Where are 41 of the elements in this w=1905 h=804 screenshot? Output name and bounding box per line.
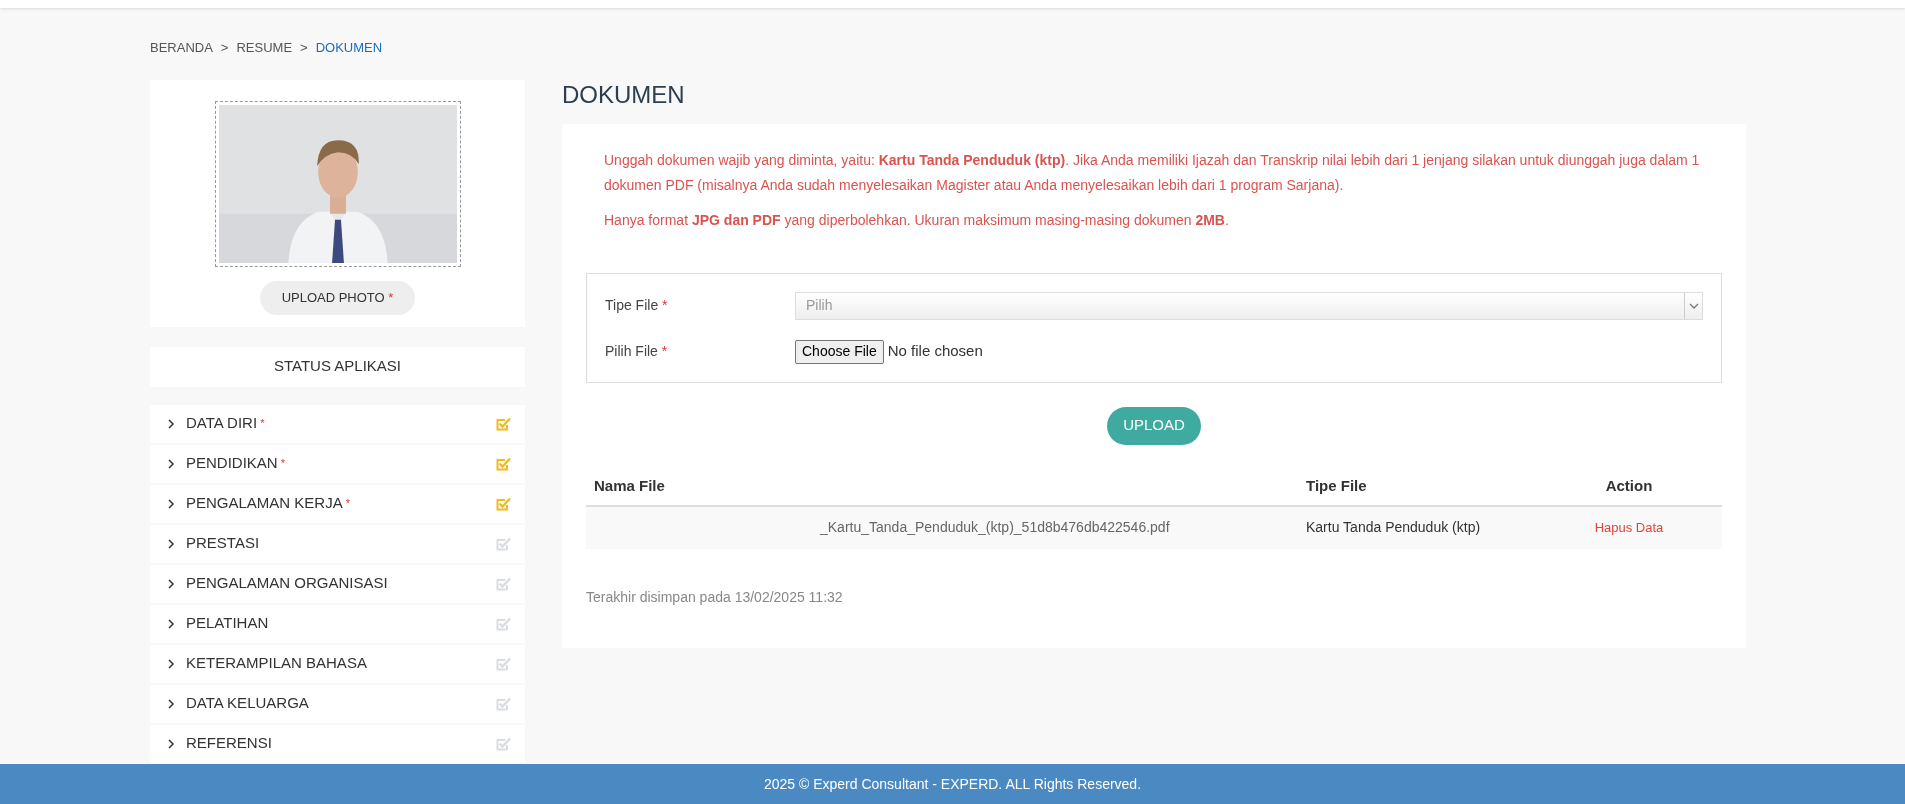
status-item[interactable]: PRESTASI — [150, 524, 525, 563]
status-item[interactable]: PENDIDIKAN * — [150, 444, 525, 483]
chevron-icon — [168, 418, 175, 429]
chevron-icon — [168, 738, 175, 749]
status-item[interactable]: PENGALAMAN ORGANISASI — [150, 564, 525, 603]
file-status-text: No file chosen — [887, 341, 983, 362]
breadcrumb-link[interactable]: RESUME — [236, 38, 293, 58]
table-cell-text: _Kartu_Tanda_Penduduk_(ktp)_51d8b476db422546.pdf — [818, 518, 1171, 537]
status-item[interactable]: DATA KELUARGA — [150, 684, 525, 723]
chevron-icon — [168, 618, 175, 629]
choose-file-button[interactable]: Choose File — [795, 339, 884, 364]
breadcrumb-separator: > — [300, 39, 308, 57]
column-header: Nama File — [593, 476, 666, 497]
status-item[interactable]: REFERENSI — [150, 724, 525, 763]
breadcrumb-link[interactable]: DOKUMEN — [315, 38, 383, 58]
column-header: Action — [1604, 476, 1654, 497]
dropdown-icon — [1688, 302, 1699, 309]
status-item[interactable]: DATA DIRI * — [150, 404, 525, 443]
status-item[interactable]: PENGALAMAN KERJA * — [150, 484, 525, 523]
field-label: Tipe File * — [605, 296, 669, 315]
chevron-icon — [168, 538, 175, 549]
chevron-icon — [168, 698, 175, 709]
status-item[interactable]: PELATIHAN — [150, 604, 525, 643]
page-title: DOKUMEN — [562, 79, 686, 110]
breadcrumb-separator: > — [220, 39, 229, 57]
chevron-icon — [168, 658, 175, 669]
column-header: Tipe File — [1306, 476, 1368, 497]
chevron-icon — [168, 458, 175, 469]
field-label: Pilih File * — [605, 342, 669, 361]
delete-link[interactable]: Hapus Data — [1594, 517, 1664, 538]
upload-photo-button[interactable]: UPLOAD PHOTO * — [259, 280, 416, 315]
breadcrumb-link[interactable]: BERANDA — [150, 38, 213, 58]
chevron-icon — [168, 578, 175, 589]
instruction-text: Unggah dokumen wajib yang diminta, yaitu: Kartu Tanda Penduduk (ktp). Jika Anda memiliki Ijazah dan Transkrip nilai lebih dari 1 jenjang silakan untuk diunggah juga dalam 1 dokumen PDF (misalnya Anda sudah menyelesaikan Magister atau Anda menyelesaikan lebih dari 1 program Sarjana). — [603, 150, 1701, 195]
status-header: STATUS APLIKASI — [150, 346, 525, 387]
footer: 2025 © Experd Consultant - EXPERD. ALL Rights Reserved. — [0, 764, 1905, 804]
chevron-icon — [168, 498, 175, 509]
instruction-text: Hanya format JPG dan PDF yang diperbolehkan. Ukuran maksimum masing-masing dokumen 2MB. — [603, 210, 1230, 230]
table-cell-text: Kartu Tanda Penduduk (ktp) — [1306, 518, 1482, 537]
last-saved-text: Terakhir disimpan pada 13/02/2025 11:32 — [586, 587, 844, 607]
status-item[interactable]: KETERAMPILAN BAHASA — [150, 644, 525, 683]
